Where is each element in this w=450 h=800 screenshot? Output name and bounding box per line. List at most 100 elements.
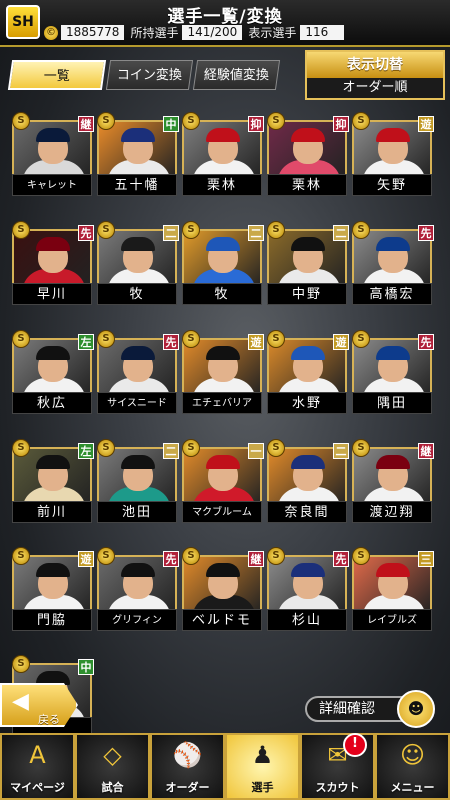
- player-card[interactable]: S 三レイブルズ: [352, 547, 434, 641]
- player-name: 早川: [12, 283, 92, 305]
- player-cap: [206, 128, 240, 142]
- position-badge: 先: [418, 334, 434, 350]
- player-card[interactable]: S 継ベルドモ: [182, 547, 264, 641]
- coin-icon: S: [12, 439, 30, 457]
- player-name: レイブルズ: [352, 609, 432, 631]
- player-name: エチェバリア: [182, 392, 262, 414]
- nav-label: 試合: [101, 781, 124, 794]
- player-card[interactable]: S 遊門脇: [12, 547, 94, 641]
- player-card[interactable]: S 一マクブルーム: [182, 439, 264, 533]
- position-badge: 二: [163, 443, 179, 459]
- position-badge: 中: [78, 659, 94, 675]
- player-cap: [206, 346, 240, 360]
- coin-icon: ©: [44, 25, 58, 40]
- player-name: 栗林: [267, 174, 347, 196]
- nav-order[interactable]: ⚾ オーダー: [150, 733, 225, 800]
- player-card[interactable]: S 二池田: [97, 439, 179, 533]
- player-card[interactable]: S 抑栗林: [267, 112, 349, 206]
- position-badge: 継: [418, 443, 434, 459]
- player-card[interactable]: S 継渡辺翔: [352, 439, 434, 533]
- back-arrow-icon: ◀: [12, 689, 29, 714]
- coin-icon: S: [182, 330, 200, 348]
- position-badge: 先: [418, 225, 434, 241]
- tab-list[interactable]: 一覧: [7, 60, 107, 90]
- nav-menu[interactable]: ☺ メニュー: [375, 733, 450, 800]
- player-cap: [291, 128, 325, 142]
- player-card[interactable]: S 二中野: [267, 221, 349, 315]
- player-card[interactable]: S 先隅田: [352, 330, 434, 424]
- player-card[interactable]: S 先杉山: [267, 547, 349, 641]
- player-card[interactable]: S 先早川: [12, 221, 94, 315]
- player-card[interactable]: S 中五十幡: [97, 112, 179, 206]
- player-card[interactable]: S 左秋広: [12, 330, 94, 424]
- nav-match[interactable]: ◇ 試合: [75, 733, 150, 800]
- position-badge: 抑: [333, 116, 349, 132]
- nav-players[interactable]: ♟ 選手: [225, 733, 300, 800]
- player-name: 水野: [267, 392, 347, 414]
- player-cap: [36, 128, 70, 142]
- position-badge: 一: [248, 443, 264, 459]
- player-name: 中野: [267, 283, 347, 305]
- player-card[interactable]: S 遊矢野: [352, 112, 434, 206]
- nav-label: メニュー: [390, 781, 435, 794]
- player-card[interactable]: S 二牧: [97, 221, 179, 315]
- player-cap: [36, 671, 70, 685]
- player-card[interactable]: S 遊エチェバリア: [182, 330, 264, 424]
- position-badge: 継: [78, 116, 94, 132]
- player-cap: [291, 237, 325, 251]
- player-name: 栗林: [182, 174, 262, 196]
- player-cap: [121, 563, 155, 577]
- player-name: 高橋宏: [352, 283, 432, 305]
- display-toggle-button[interactable]: 表示切替 オーダー順: [305, 50, 445, 100]
- player-card[interactable]: S 先高橋宏: [352, 221, 434, 315]
- coin-icon: S: [267, 221, 285, 239]
- nav-scout[interactable]: ✉ スカウト!: [300, 733, 375, 800]
- player-card[interactable]: S 継キャレット: [12, 112, 94, 206]
- header-bar: SH 選手一覧/変換 © 1885778 所持選手 141/200 表示選手 1…: [0, 0, 450, 47]
- player-card[interactable]: S 遊水野: [267, 330, 349, 424]
- bottom-nav: A マイページ ◇ 試合 ⚾ オーダー ♟ 選手 ✉ スカウト! ☺ メニュー: [0, 733, 450, 800]
- player-cap: [206, 237, 240, 251]
- player-name: 杉山: [267, 609, 347, 631]
- position-badge: 二: [333, 225, 349, 241]
- coin-icon: S: [267, 112, 285, 130]
- player-card[interactable]: S 二奈良間: [267, 439, 349, 533]
- tab-exp-convert[interactable]: 経験値変換: [192, 60, 281, 90]
- player-cap: [376, 237, 410, 251]
- nav-icon: ⚾: [172, 741, 203, 769]
- position-badge: 抑: [248, 116, 264, 132]
- position-badge: 継: [248, 551, 264, 567]
- player-name: 隅田: [352, 392, 432, 414]
- player-card[interactable]: S 二牧: [182, 221, 264, 315]
- nav-mypage[interactable]: A マイページ: [0, 733, 75, 800]
- back-button[interactable]: ◀ 戻る: [0, 683, 78, 727]
- coin-icon: S: [12, 221, 30, 239]
- nav-icon: ◇: [103, 741, 122, 769]
- notification-badge: !: [343, 733, 367, 757]
- tab-coin-convert[interactable]: コイン変換: [105, 60, 194, 90]
- nav-label: マイページ: [10, 781, 65, 794]
- position-badge: 先: [78, 225, 94, 241]
- player-card[interactable]: S 左前川: [12, 439, 94, 533]
- nav-label: スカウト: [315, 781, 360, 794]
- player-name: 秋広: [12, 392, 92, 414]
- player-card[interactable]: S 抑栗林: [182, 112, 264, 206]
- position-badge: 先: [163, 334, 179, 350]
- position-badge: 遊: [248, 334, 264, 350]
- nav-label: 選手: [251, 781, 274, 794]
- coin-icon: S: [352, 221, 370, 239]
- player-card[interactable]: S 先サイスニード: [97, 330, 179, 424]
- player-name: キャレット: [12, 174, 92, 196]
- nav-icon: A: [29, 741, 46, 769]
- coin-icon: S: [12, 547, 30, 565]
- coin-icon: S: [182, 439, 200, 457]
- position-badge: 先: [163, 551, 179, 567]
- detail-check-button[interactable]: 詳細確認 ☻: [305, 690, 440, 728]
- position-badge: 二: [163, 225, 179, 241]
- player-card[interactable]: S 先グリフィン: [97, 547, 179, 641]
- coin-icon: S: [267, 547, 285, 565]
- coin-icon: S: [352, 547, 370, 565]
- position-badge: 二: [333, 443, 349, 459]
- coin-icon: S: [352, 330, 370, 348]
- player-name: 矢野: [352, 174, 432, 196]
